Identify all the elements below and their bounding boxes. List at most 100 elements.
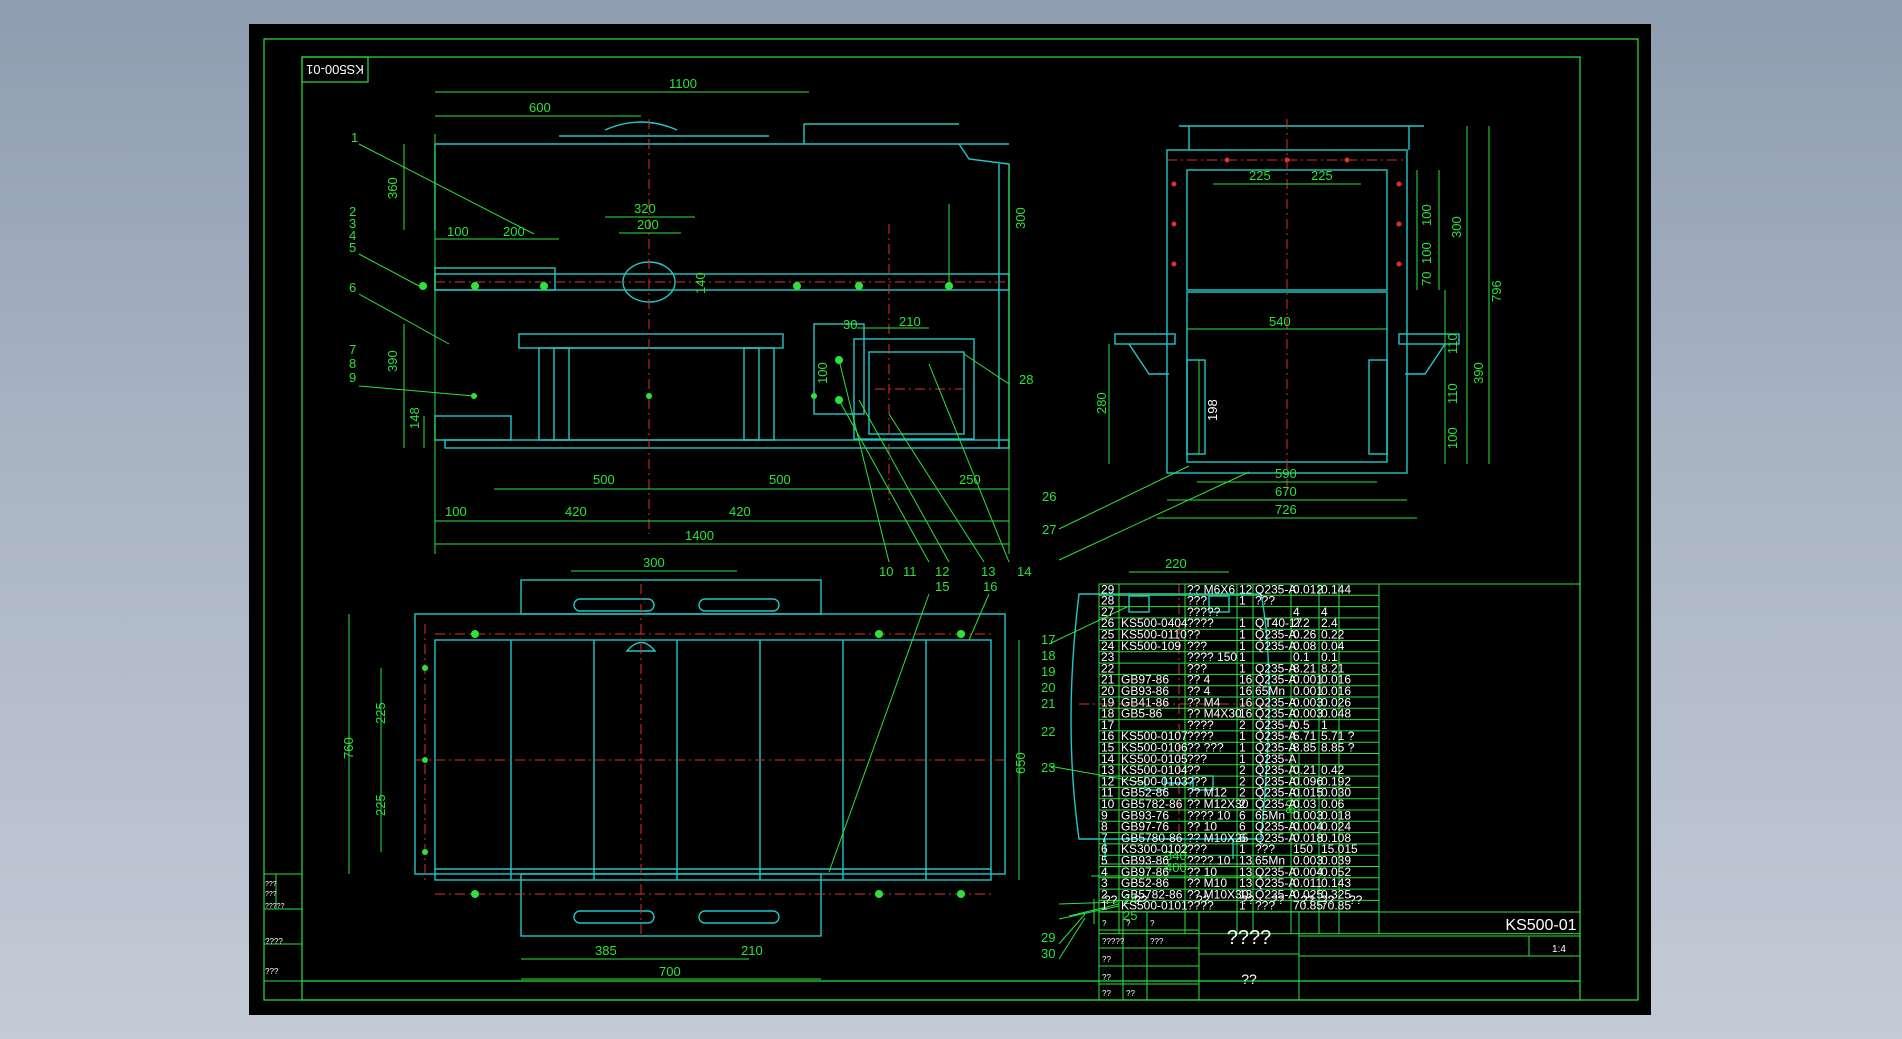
bom-header-1: ?? [1104,893,1118,907]
detail-label-29: 29 [1041,930,1055,945]
bom-cell: KS500-109 [1121,639,1181,653]
drawing-scale: 1:4 [1552,944,1566,955]
drawing-title: ???? [1227,927,1272,949]
tb-cell-8: ?? [1102,989,1111,998]
plan-label-15: 15 [935,579,949,594]
drawing-number: KS500-01 [1505,917,1576,934]
front-dim-21: 1400 [685,528,714,543]
front-label-10: 10 [879,564,893,579]
tb-cell-2: ? [1126,919,1131,928]
front-dim-20: 420 [729,504,751,519]
cad-drawing: KS500-01 ??? ??? ????? ???? ??? 1100 600… [263,38,1639,1001]
tb-cell-3: ? [1150,919,1155,928]
front-dim-6: 100 [447,224,469,239]
front-dim-11: 148 [407,407,422,429]
front-dim-18: 100 [445,504,467,519]
bom-header-7: ?? [1321,893,1335,907]
bom-header-3: ?? [1196,893,1210,907]
tb-cell-5: ??? [1150,937,1164,946]
tb-cell-4: ????? [1102,937,1125,946]
side-dim-9: 110 [1445,333,1460,354]
plan-dim-4: 225 [373,794,388,816]
plan-dim-7: 210 [741,943,763,958]
detail-label-21: 21 [1041,696,1055,711]
detail-label-17: 17 [1041,632,1055,647]
front-label-5: 5 [349,240,356,255]
detail-label-19: 19 [1041,664,1055,679]
bom-cell: GB5-86 [1121,707,1163,721]
bom-cell: 0.144 [1321,582,1351,596]
side-dim-8: 540 [1269,314,1291,329]
side-label-27: 27 [1042,522,1056,537]
side-dim-1: 225 [1249,168,1271,183]
front-view: 1100 600 320 200 140 100 200 360 300 390… [349,76,1033,579]
front-label-1: 1 [351,130,358,145]
side-dim-13: 280 [1094,392,1109,414]
plan-dim-3: 225 [373,702,388,724]
front-dim-10: 390 [385,350,400,372]
side-dim-16: 670 [1275,484,1297,499]
tb-cell-1: ? [1102,919,1107,928]
detail-label-22: 22 [1041,724,1055,739]
bom-cell: 8.85 [1293,741,1317,755]
bom-cell: KS500-0101 [1121,899,1188,913]
front-dim-12: 30 [843,317,857,332]
bom-cell: 0.012 [1293,582,1323,596]
front-dim-9: 300 [1013,207,1028,229]
plan-dim-6: 385 [595,943,617,958]
detail-dim-1: 220 [1165,556,1187,571]
side-stamp-1: ??? [265,881,277,888]
drawing-number-rotated: KS500-01 [306,62,364,77]
side-stamp-3: ????? [265,903,285,910]
drawing-sheet: KS500-01 ??? ??? ????? ???? ??? 1100 600… [249,24,1651,1015]
front-dim-3: 320 [634,201,656,216]
front-dim-4: 200 [637,217,659,232]
front-label-9: 9 [349,370,356,385]
front-label-14: 14 [1017,564,1031,579]
side-label-26: 26 [1042,489,1056,504]
front-dim-17: 250 [959,472,981,487]
bom-cell: Q235-A [1255,639,1296,653]
side-dim-5: 70 [1419,272,1434,286]
side-dim-11: 100 [1445,427,1460,449]
front-dim-15: 500 [593,472,615,487]
side-dim-7: 796 [1489,280,1504,302]
tb-cell-7: ?? [1102,973,1111,982]
front-dim-19: 420 [565,504,587,519]
side-dim-15: 590 [1275,466,1297,481]
detail-label-30: 30 [1041,946,1055,961]
tb-cell-9: ?? [1126,989,1135,998]
front-dim-2: 600 [529,100,551,115]
bom-header-5: ?? [1271,893,1285,907]
front-label-28: 28 [1019,372,1033,387]
detail-label-20: 20 [1041,680,1055,695]
plan-dim-1: 300 [643,555,665,570]
plan-dim-8: 700 [659,964,681,979]
bom-table: 29?? M6X6 12 Q235-A0.0120.14428??? 1 ???27??… [1098,582,1581,935]
bom-header-8: ?? [1349,893,1363,907]
side-stamp-4: ???? [265,937,283,946]
front-label-7: 7 [349,342,356,357]
drawing-subtitle: ?? [1241,971,1257,987]
front-label-13: 13 [981,564,995,579]
side-dim-14: 198 [1205,399,1220,421]
inner-frame [301,56,1581,1001]
side-dim-4: 100 [1419,242,1434,264]
bom-cell: 8.85 ? [1321,741,1355,755]
bom-cell: 1 [1239,594,1246,608]
detail-label-18: 18 [1041,648,1055,663]
bom-header-6: ?? [1301,893,1315,907]
front-dim-5: 140 [693,272,708,294]
side-dim-17: 726 [1275,502,1297,517]
plan-dim-5: 650 [1013,752,1028,774]
outer-frame [263,38,1639,1001]
front-dim-7: 200 [503,224,525,239]
plan-view: 300 760 225 225 650 385 210 700 15 16 [341,555,1028,980]
front-dim-1: 1100 [669,76,697,91]
side-dim-3: 100 [1419,204,1434,226]
side-stamp-2: ??? [265,891,277,898]
side-view: 225 225 100 100 70 300 796 540 110 110 1… [1042,119,1504,561]
drawing-number-box: KS500-01 [301,56,369,83]
front-label-6: 6 [349,280,356,295]
front-label-12: 12 [935,564,949,579]
